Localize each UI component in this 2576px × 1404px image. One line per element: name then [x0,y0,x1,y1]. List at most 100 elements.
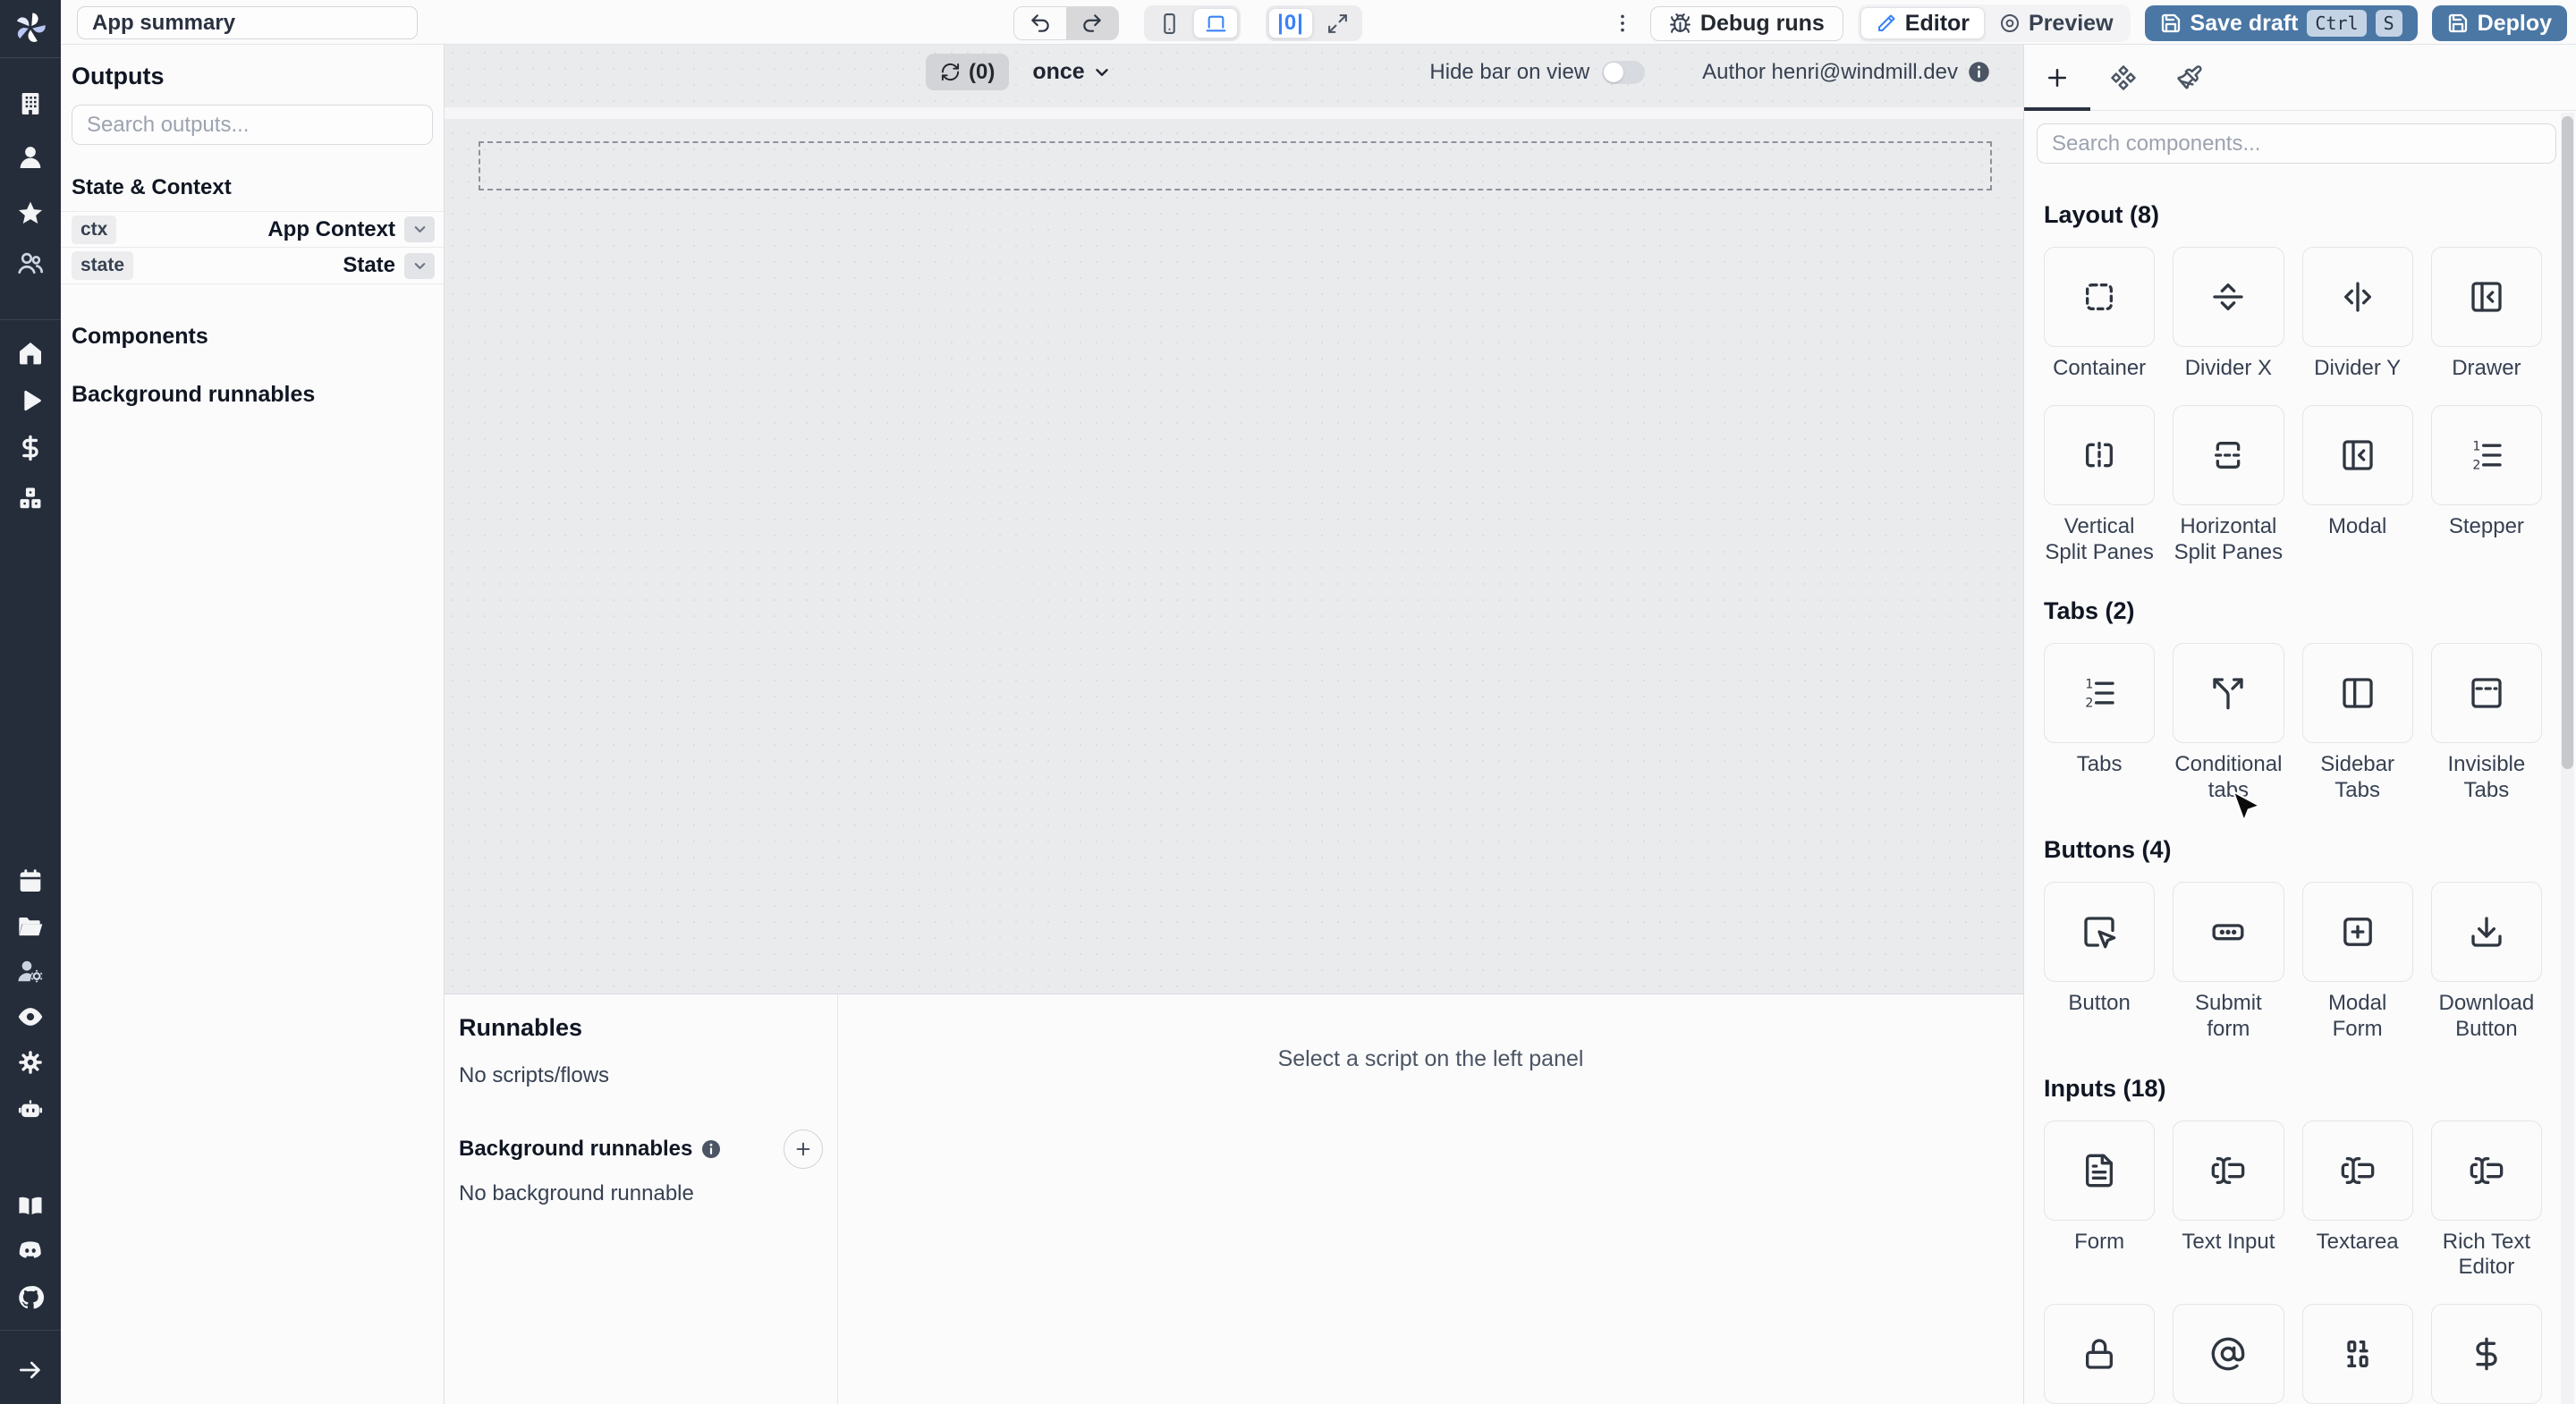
discord-icon[interactable] [16,1236,45,1264]
component-card-divider-x[interactable]: Divider X [2173,247,2284,382]
undo-button[interactable] [1014,7,1066,39]
component-card-form[interactable]: Form [2044,1120,2156,1281]
editor-preview-toggle: Editor Preview [1857,4,2131,42]
component-card-currency[interactable]: Currency [2430,1304,2542,1404]
desktop-view-button[interactable] [1193,8,1238,38]
search-outputs-input[interactable] [72,105,433,145]
list-ordered-icon: 12 [2081,675,2117,711]
refresh-button[interactable]: (0) [926,54,1010,90]
component-label: Modal Form [2327,990,2387,1041]
component-card-email-input[interactable]: Email Input [2173,1304,2284,1404]
star-icon[interactable] [16,199,45,228]
redo-button[interactable] [1066,7,1118,39]
expand-row-button[interactable] [404,252,435,279]
user-icon[interactable] [16,143,45,172]
card [2173,1304,2284,1404]
component-card-sidebar-tabs[interactable]: Sidebar Tabs [2301,643,2413,804]
info-icon[interactable] [700,1138,722,1160]
svg-text:1: 1 [2472,439,2480,453]
component-section: Layout (8) Container Divider X Divider Y Dra… [2044,201,2542,565]
components-panel: Layout (8) Container Divider X Divider Y Dra… [2023,45,2576,1404]
component-card-number[interactable]: Number [2301,1304,2413,1404]
state-row-ctx[interactable]: ctx App Context [61,211,444,248]
scrollbar-thumb[interactable] [2562,116,2573,769]
users-icon[interactable] [16,249,45,277]
component-card-download-button[interactable]: Download Button [2430,881,2542,1043]
panel-left-close-icon [2340,437,2376,473]
undo-icon [1029,12,1052,35]
mobile-view-button[interactable] [1147,8,1191,38]
component-card-horizontal-split-panes[interactable]: Horizontal Split Panes [2173,404,2284,566]
debug-runs-button[interactable]: Debug runs [1649,5,1843,41]
hide-bar-toggle[interactable] [1602,60,1646,84]
card: 12 [2430,404,2542,505]
refresh-icon [940,62,961,82]
background-runnables-label: Background runnables [459,1137,693,1161]
center-canvas-icon: |0| [1277,11,1304,35]
calendar-icon[interactable] [16,867,45,895]
schedule-dropdown[interactable]: once [1032,59,1111,85]
components-scrollbar[interactable] [2561,113,2574,1404]
github-icon[interactable] [16,1283,45,1312]
search-components-input[interactable] [2037,123,2556,164]
card [2044,1120,2156,1221]
windmill-logo-icon[interactable] [13,11,47,45]
tab-settings-components[interactable] [2090,45,2157,110]
component-card-stepper[interactable]: 1 2 Stepper [2430,404,2542,566]
component-card-password[interactable]: Password [2044,1304,2156,1404]
component-card-text-input[interactable]: Text Input [2173,1120,2284,1281]
tab-theme[interactable] [2157,45,2223,110]
component-card-textarea[interactable]: Textarea [2301,1120,2413,1281]
dollar-icon[interactable] [16,434,45,462]
chevron-down-icon [411,258,428,275]
component-card-submit-form[interactable]: Submit form [2173,881,2284,1043]
add-background-runnable-button[interactable] [784,1129,823,1169]
folder-open-icon[interactable] [16,912,45,941]
user-cog-icon[interactable] [16,957,45,985]
save-icon [2447,13,2469,34]
component-label: Modal [2327,513,2387,538]
component-card-modal-form[interactable]: Modal Form [2301,881,2413,1043]
component-card-vertical-split-panes[interactable]: Vertical Split Panes [2044,404,2156,566]
rail-divider [0,319,61,320]
more-menu-button[interactable] [1609,10,1636,37]
square-plus-icon [2340,914,2376,950]
play-icon[interactable] [16,386,45,415]
boxes-icon[interactable] [16,484,45,512]
book-icon[interactable] [16,1191,45,1220]
component-card-container[interactable]: Container [2044,247,2156,382]
card [2173,643,2284,744]
center-canvas-button[interactable]: |0| [1268,8,1313,38]
home-icon[interactable] [16,339,45,368]
expand-canvas-button[interactable] [1315,8,1360,38]
app-summary-input[interactable] [77,6,418,39]
component-card-divider-y[interactable]: Divider Y [2301,247,2413,382]
state-row-state[interactable]: state State [61,248,444,284]
save-draft-button[interactable]: Save draft Ctrl S [2144,5,2418,41]
editor-tab[interactable]: Editor [1860,7,1986,39]
component-label: Invisible Tabs [2447,752,2526,803]
arrow-right-icon[interactable] [16,1356,45,1384]
building-icon[interactable] [16,89,45,118]
component-card-button[interactable]: Button [2044,881,2156,1043]
component-card-drawer[interactable]: Drawer [2430,247,2542,382]
component-card-rich-text-editor[interactable]: Rich Text Editor [2430,1120,2542,1281]
editor-label: Editor [1904,10,1970,36]
smartphone-icon [1158,13,1181,35]
component-card-tabs[interactable]: 1 2 Tabs [2044,643,2156,804]
preview-tab[interactable]: Preview [1985,7,2128,39]
eye-icon[interactable] [16,1002,45,1031]
kbd-s: S [2375,10,2402,37]
deploy-button[interactable]: Deploy [2431,5,2567,41]
undo-redo-group [1013,6,1119,40]
tab-insert-component[interactable] [2024,45,2090,111]
robot-icon[interactable] [16,1095,45,1123]
expand-row-button[interactable] [404,216,435,242]
gear-icon[interactable] [16,1048,45,1077]
component-card-modal[interactable]: Modal [2301,404,2413,566]
search-components-wrapper [2037,123,2556,164]
component-card-conditional-tabs[interactable]: Conditional tabs [2173,643,2284,804]
info-icon[interactable] [1967,60,1991,84]
component-card-invisible-tabs[interactable]: Invisible Tabs [2430,643,2542,804]
background-runnables-empty-text: No background runnable [459,1181,694,1205]
